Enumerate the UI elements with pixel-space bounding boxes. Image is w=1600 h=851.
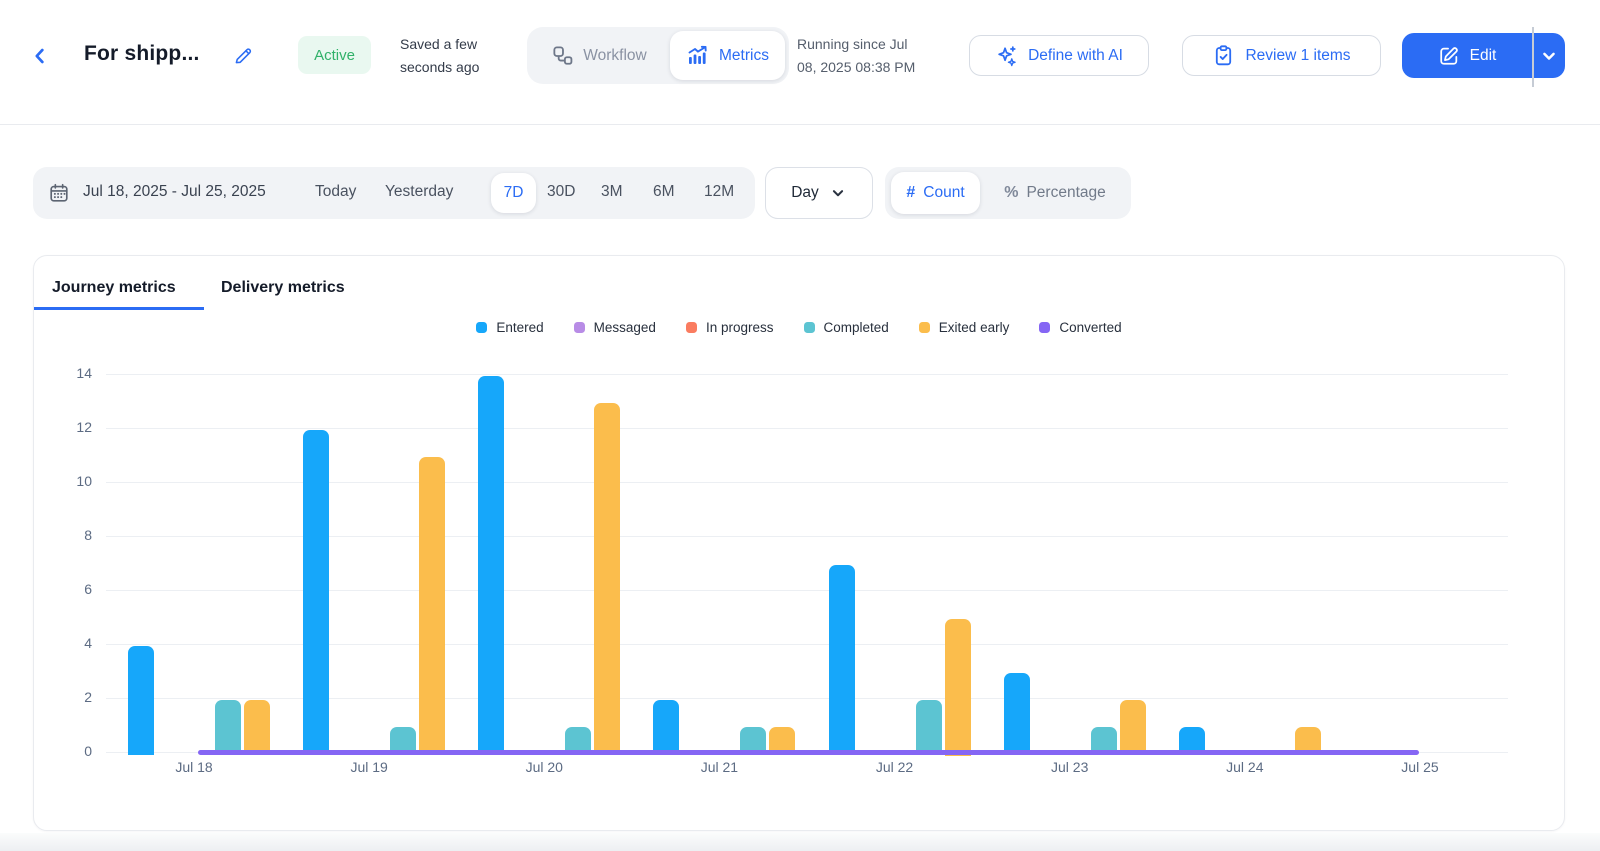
percent-icon: % — [1004, 184, 1019, 201]
granularity-dropdown[interactable]: Day — [765, 167, 873, 219]
y-axis-label-0: 0 — [84, 742, 92, 759]
define-with-ai-label: Define with AI — [1028, 46, 1123, 64]
clipboard-check-icon — [1212, 44, 1235, 67]
back-button[interactable] — [26, 42, 54, 70]
header-divider — [0, 124, 1600, 125]
y-axis-label-4: 4 — [84, 634, 92, 651]
tab-metrics[interactable]: Metrics — [670, 31, 785, 80]
workflow-label: Workflow — [583, 46, 647, 64]
y-axis-label-2: 2 — [84, 688, 92, 705]
y-axis-label-14: 14 — [76, 365, 92, 382]
granularity-value: Day — [791, 184, 819, 201]
chevron-down-icon — [829, 184, 847, 202]
count-percentage-toggle: # Count % Percentage — [885, 167, 1131, 219]
bar-exited-early-jul-20[interactable] — [594, 403, 621, 756]
percentage-label: Percentage — [1026, 184, 1106, 201]
status-badge: Active — [298, 36, 371, 74]
bar-exited-early-jul-19[interactable] — [419, 457, 446, 756]
preset-yesterday[interactable]: Yesterday — [385, 183, 453, 201]
hash-icon: # — [906, 184, 916, 201]
review-items-label: Review 1 items — [1245, 46, 1351, 64]
edit-pencil-square-icon — [1438, 45, 1460, 67]
edit-button-main[interactable]: Edit — [1402, 33, 1532, 78]
bar-completed-jul-18[interactable] — [215, 699, 241, 756]
x-axis-label-jul-18: Jul 18 — [175, 759, 213, 775]
mode-percentage-button[interactable]: % Percentage — [985, 172, 1125, 214]
pencil-icon — [232, 45, 254, 67]
metrics-chart-icon — [686, 44, 710, 68]
metrics-label: Metrics — [719, 46, 769, 64]
edit-split-button[interactable]: Edit — [1402, 33, 1565, 78]
preset-3m[interactable]: 3M — [601, 183, 623, 201]
bar-entered-jul-21[interactable] — [653, 699, 680, 756]
ai-sparkle-icon — [995, 44, 1018, 67]
chevron-down-icon — [1539, 46, 1559, 66]
x-axis-label-jul-25: Jul 25 — [1401, 759, 1439, 775]
define-with-ai-button[interactable]: Define with AI — [969, 35, 1149, 76]
preset-today[interactable]: Today — [315, 183, 356, 201]
gridline-14 — [106, 374, 1508, 376]
workflow-icon — [551, 44, 574, 67]
bar-exited-early-jul-22[interactable] — [944, 618, 971, 756]
x-axis-label-jul-21: Jul 21 — [700, 759, 739, 775]
count-label: Count — [923, 184, 965, 201]
x-axis-label-jul-22: Jul 22 — [875, 759, 914, 775]
bar-exited-early-jul-18[interactable] — [244, 699, 270, 756]
y-axis-label-6: 6 — [84, 580, 92, 597]
journey-metrics-page: For shipp... Active Saved a few seconds … — [0, 0, 1600, 851]
edit-button-label: Edit — [1469, 46, 1497, 64]
back-chevron-icon — [29, 45, 51, 67]
running-since-text: Running since Jul 08, 2025 08:38 PM — [797, 36, 916, 75]
bar-exited-early-jul-23[interactable] — [1119, 699, 1146, 756]
date-filter-bar: Jul 18, 2025 - Jul 25, 2025 Today Yester… — [33, 167, 755, 219]
rename-button[interactable] — [230, 43, 256, 69]
converted-zero-line[interactable] — [198, 749, 1419, 755]
bar-entered-jul-19[interactable] — [303, 430, 330, 756]
preset-30d[interactable]: 30D — [547, 183, 575, 201]
bar-entered-jul-23[interactable] — [1003, 672, 1030, 756]
bar-chart: 0 2 4 6 8 10 12 14 Jul 18 Jul 19 Jul 20 Jul 21 Jul 2… — [34, 256, 1566, 832]
calendar-icon — [48, 182, 70, 204]
review-items-button[interactable]: Review 1 items — [1182, 35, 1381, 76]
saved-status-text: Saved a few seconds ago — [400, 36, 480, 75]
bar-entered-jul-20[interactable] — [478, 376, 505, 756]
x-axis-label-jul-19: Jul 19 — [350, 759, 388, 775]
tab-workflow[interactable]: Workflow — [527, 27, 671, 84]
mode-count-button[interactable]: # Count — [891, 172, 980, 214]
x-axis-label-jul-23: Jul 23 — [1051, 759, 1089, 775]
bar-completed-jul-22[interactable] — [915, 699, 942, 756]
page-title: For shipp... — [84, 42, 200, 65]
gridline-12 — [106, 428, 1508, 430]
edit-dropdown-toggle[interactable] — [1533, 33, 1565, 78]
x-axis-label-jul-24: Jul 24 — [1226, 759, 1264, 775]
date-range-value[interactable]: Jul 18, 2025 - Jul 25, 2025 — [83, 183, 266, 201]
bar-entered-jul-18[interactable] — [128, 645, 154, 756]
x-axis-label-jul-20: Jul 20 — [525, 759, 563, 775]
view-toggle: Workflow Metrics — [527, 27, 789, 84]
bar-entered-jul-22[interactable] — [828, 564, 855, 756]
preset-12m[interactable]: 12M — [704, 183, 734, 201]
y-axis-label-10: 10 — [76, 473, 92, 489]
edit-split-divider — [1532, 27, 1534, 87]
preset-7d[interactable]: 7D — [491, 173, 536, 213]
y-axis-label-8: 8 — [84, 526, 92, 543]
metrics-card: Journey metrics Delivery metrics Entered… — [33, 255, 1565, 831]
page-bottom-strip — [0, 833, 1600, 851]
y-axis-label-12: 12 — [76, 419, 92, 436]
preset-6m[interactable]: 6M — [653, 183, 675, 201]
